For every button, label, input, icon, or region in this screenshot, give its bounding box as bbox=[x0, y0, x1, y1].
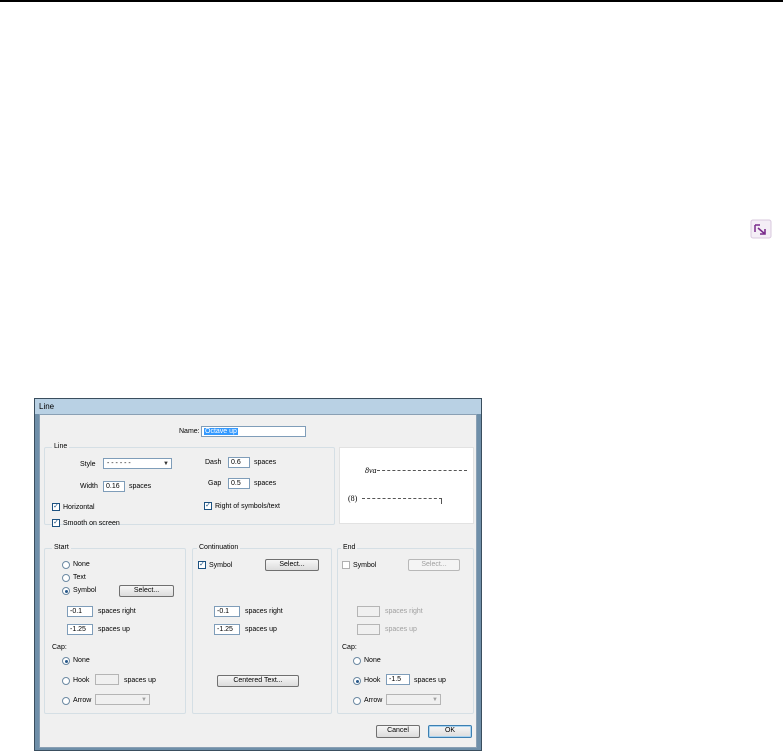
dash-input[interactable]: 0.6 bbox=[228, 457, 250, 468]
end-symbol-checkbox[interactable] bbox=[342, 561, 350, 569]
cancel-button[interactable]: Cancel bbox=[376, 725, 420, 738]
preview-bottom-line bbox=[362, 498, 442, 504]
end-up-label: spaces up bbox=[385, 626, 417, 633]
end-cap-hook-label: Hook bbox=[364, 677, 381, 684]
line-preview: 8va (8) bbox=[339, 447, 474, 524]
start-none-label: None bbox=[73, 561, 90, 568]
smooth-on-screen-checkbox[interactable]: ✓ bbox=[52, 519, 60, 527]
gap-input[interactable]: 0.5 bbox=[228, 478, 250, 489]
start-symbol-radio[interactable] bbox=[62, 587, 70, 595]
start-cap-hook-input[interactable] bbox=[95, 674, 119, 685]
width-label: Width bbox=[80, 483, 98, 490]
name-label: Name: bbox=[179, 428, 200, 435]
ok-button[interactable]: OK bbox=[428, 725, 472, 738]
style-dropdown[interactable]: - - - - - - ▼ bbox=[103, 458, 172, 469]
start-group-title: Start bbox=[52, 543, 71, 552]
dash-label: Dash bbox=[205, 459, 222, 466]
name-input-value: Octave up bbox=[204, 428, 238, 435]
end-symbol-label: Symbol bbox=[353, 562, 377, 569]
start-text-radio[interactable] bbox=[62, 574, 70, 582]
continuation-up-label: spaces up bbox=[245, 626, 277, 633]
continuation-symbol-checkbox[interactable]: ✓ bbox=[198, 561, 206, 569]
horizontal-label: Horizontal bbox=[63, 504, 95, 511]
right-of-symbols-label: Right of symbols/text bbox=[215, 503, 280, 510]
continuation-right-label: spaces right bbox=[245, 608, 283, 615]
end-cap-arrow-radio[interactable] bbox=[353, 697, 361, 705]
style-label: Style bbox=[80, 461, 96, 468]
start-cap-label: Cap: bbox=[52, 644, 67, 651]
horizontal-checkbox[interactable]: ✓ bbox=[52, 503, 60, 511]
end-select-button[interactable]: Select... bbox=[408, 559, 460, 571]
continuation-group-title: Continuation bbox=[197, 543, 241, 552]
start-right-input[interactable]: -0.1 bbox=[67, 606, 93, 617]
start-text-label: Text bbox=[73, 574, 86, 581]
continuation-right-input[interactable]: -0.1 bbox=[214, 606, 240, 617]
preview-top-text: 8va bbox=[365, 466, 377, 475]
end-right-label: spaces right bbox=[385, 608, 423, 615]
name-input[interactable]: Octave up bbox=[201, 426, 306, 437]
start-right-label: spaces right bbox=[98, 608, 136, 615]
start-symbol-label: Symbol bbox=[73, 587, 97, 594]
start-cap-none-label: None bbox=[73, 657, 90, 664]
dialog-client-area: Name: Octave up Line Style - - - - - - ▼… bbox=[39, 414, 477, 748]
chevron-down-icon: ▼ bbox=[141, 697, 147, 703]
start-up-input[interactable]: -1.25 bbox=[67, 624, 93, 635]
start-cap-hook-radio[interactable] bbox=[62, 677, 70, 685]
start-select-button[interactable]: Select... bbox=[119, 585, 174, 597]
end-cap-hook-input[interactable]: -1.5 bbox=[386, 674, 410, 685]
start-arrow-dropdown[interactable]: ▼ bbox=[95, 694, 150, 705]
top-divider bbox=[0, 0, 783, 2]
end-cap-none-label: None bbox=[364, 657, 381, 664]
continuation-symbol-label: Symbol bbox=[209, 562, 233, 569]
chevron-down-icon: ▼ bbox=[432, 697, 438, 703]
right-of-symbols-checkbox[interactable]: ✓ bbox=[204, 502, 212, 510]
preview-bottom-text: (8) bbox=[348, 494, 358, 503]
preview-top-line bbox=[377, 470, 467, 471]
start-cap-hook-unit: spaces up bbox=[124, 677, 156, 684]
dialog-launcher-icon[interactable] bbox=[750, 219, 772, 239]
start-up-label: spaces up bbox=[98, 626, 130, 633]
smooth-on-screen-label: Smooth on screen bbox=[63, 520, 120, 527]
start-cap-arrow-radio[interactable] bbox=[62, 697, 70, 705]
dash-unit: spaces bbox=[254, 459, 277, 466]
end-right-input[interactable] bbox=[357, 606, 380, 617]
line-group-title: Line bbox=[52, 442, 70, 451]
end-arrow-dropdown[interactable]: ▼ bbox=[386, 694, 441, 705]
end-cap-label: Cap: bbox=[342, 644, 357, 651]
start-cap-hook-label: Hook bbox=[73, 677, 90, 684]
centered-text-button[interactable]: Centered Text... bbox=[217, 675, 299, 687]
line-dialog: Line Name: Octave up Line Style - - - - … bbox=[34, 398, 482, 751]
style-dropdown-value: - - - - - - bbox=[107, 460, 131, 467]
width-unit: spaces bbox=[129, 483, 152, 490]
gap-unit: spaces bbox=[254, 480, 277, 487]
end-cap-hook-radio[interactable] bbox=[353, 677, 361, 685]
width-input[interactable]: 0.16 bbox=[103, 481, 125, 492]
end-cap-arrow-label: Arrow bbox=[364, 697, 383, 704]
start-cap-none-radio[interactable] bbox=[62, 657, 70, 665]
chevron-down-icon: ▼ bbox=[163, 461, 169, 467]
dialog-title: Line bbox=[35, 399, 481, 414]
start-cap-arrow-label: Arrow bbox=[73, 697, 92, 704]
gap-label: Gap bbox=[208, 480, 222, 487]
continuation-up-input[interactable]: -1.25 bbox=[214, 624, 240, 635]
end-cap-none-radio[interactable] bbox=[353, 657, 361, 665]
end-cap-hook-unit: spaces up bbox=[414, 677, 446, 684]
start-none-radio[interactable] bbox=[62, 561, 70, 569]
end-up-input[interactable] bbox=[357, 624, 380, 635]
end-group-title: End bbox=[341, 543, 358, 552]
continuation-select-button[interactable]: Select... bbox=[265, 559, 319, 571]
